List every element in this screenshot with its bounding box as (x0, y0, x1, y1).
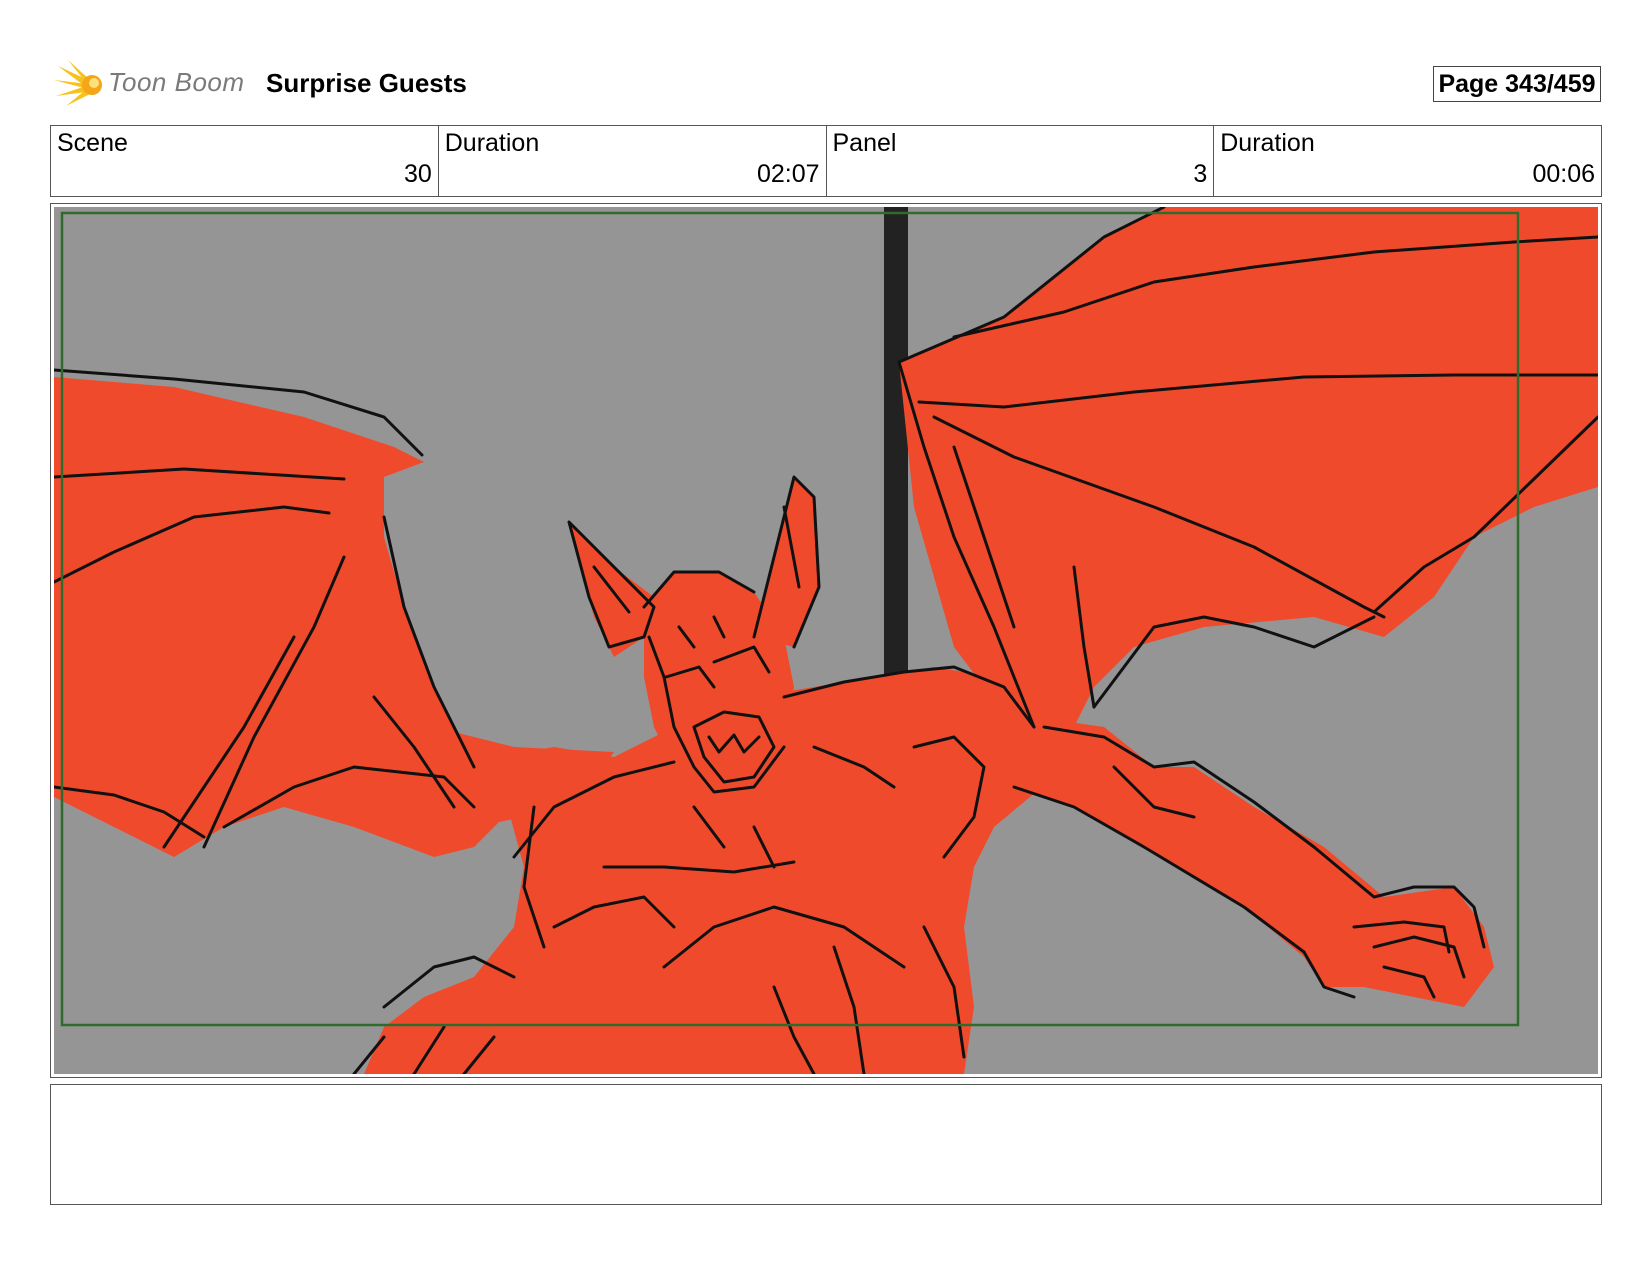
scene-value: 30 (403, 160, 432, 188)
scene-duration-value: 02:07 (756, 160, 820, 188)
storyboard-panel (50, 203, 1602, 1078)
starburst-icon (54, 60, 102, 106)
toon-boom-logo: Toon Boom (52, 56, 252, 112)
background-pole (884, 207, 908, 727)
logo-text: Toon Boom (108, 67, 245, 97)
panel-artwork (54, 207, 1598, 1074)
panel-cell: Panel 3 (827, 126, 1215, 196)
scene-duration-cell: Duration 02:07 (439, 126, 827, 196)
scene-duration-label: Duration (444, 129, 540, 157)
page-number: Page 343/459 (1433, 66, 1601, 102)
panel-notes-box[interactable] (50, 1084, 1602, 1205)
panel-duration-label: Duration (1220, 129, 1315, 157)
scene-info-table: Scene 30 Duration 02:07 Panel 3 Duration… (50, 125, 1602, 197)
scene-cell: Scene 30 (51, 126, 439, 196)
project-title: Surprise Guests (266, 68, 467, 98)
panel-duration-value: 00:06 (1532, 160, 1595, 188)
panel-duration-cell: Duration 00:06 (1214, 126, 1601, 196)
panel-value: 3 (1193, 160, 1208, 188)
panel-label: Panel (832, 129, 897, 157)
scene-label: Scene (57, 129, 128, 157)
